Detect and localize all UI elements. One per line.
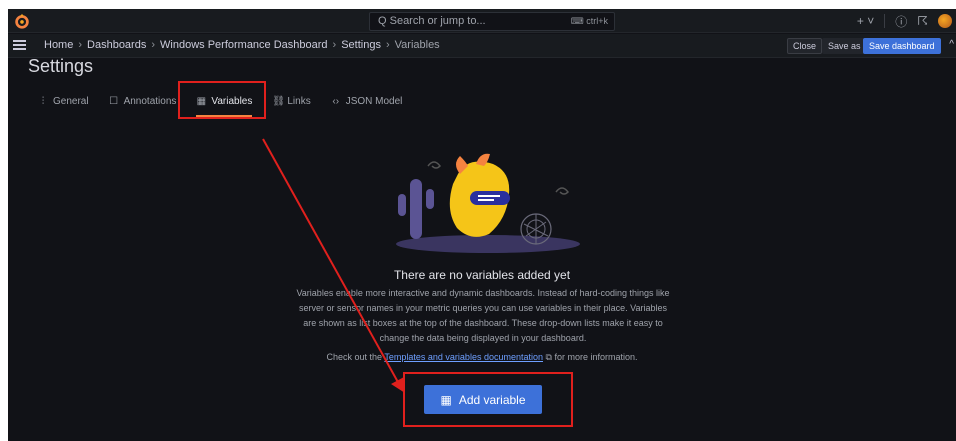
code-icon: ‹›	[332, 95, 340, 107]
tab-annotations[interactable]: ☐ Annotations	[109, 91, 187, 111]
annotation-highlight-add-button	[403, 372, 573, 427]
search-shortcut: ⌨ ctrl+k	[570, 16, 608, 26]
breadcrumb-settings[interactable]: Settings	[341, 39, 381, 51]
help-icon[interactable]: ⓘ	[895, 13, 907, 30]
collapse-icon[interactable]: ^	[949, 39, 954, 50]
tab-label: Annotations	[123, 95, 177, 107]
tab-label: Links	[287, 95, 311, 107]
save-as-button[interactable]: Save as	[822, 38, 867, 54]
tab-general[interactable]: ⫶ General	[38, 91, 99, 111]
empty-state-illustration	[396, 153, 580, 253]
help-prefix: Check out the	[326, 352, 385, 362]
avatar[interactable]	[938, 14, 952, 28]
breadcrumb-dashboards[interactable]: Dashboards	[87, 39, 146, 51]
search-placeholder: Q Search or jump to...	[378, 15, 486, 27]
sliders-icon: ⫶	[41, 95, 45, 107]
link-icon: ⛓	[272, 95, 286, 107]
tab-links[interactable]: ⛓ Links	[272, 91, 320, 111]
tab-json-model[interactable]: ‹› JSON Model	[331, 91, 413, 111]
top-right-controls: + ˅ ⓘ ☈	[857, 12, 956, 30]
comment-icon: ☐	[109, 95, 119, 107]
empty-state-description: Variables enable more interactive and dy…	[296, 288, 670, 343]
top-nav: Q Search or jump to... ⌨ ctrl+k + ˅ ⓘ ☈	[8, 9, 956, 33]
search-input[interactable]: Q Search or jump to... ⌨ ctrl+k	[369, 12, 615, 31]
chevron-right-icon: ›	[332, 39, 337, 51]
external-link-icon: ⧉	[543, 352, 552, 362]
app-frame: Q Search or jump to... ⌨ ctrl+k + ˅ ⓘ ☈ …	[8, 9, 956, 441]
annotation-highlight-variables-tab	[178, 81, 266, 119]
tab-label: General	[53, 95, 89, 107]
news-icon[interactable]: ☈	[917, 14, 928, 28]
tab-label: JSON Model	[345, 95, 403, 107]
help-suffix: for more information.	[551, 352, 638, 362]
breadcrumb: Home › Dashboards › Windows Performance Dash…	[44, 39, 440, 51]
chevron-right-icon: ›	[78, 39, 83, 51]
save-dashboard-button[interactable]: Save dashboard	[863, 38, 941, 54]
docs-link[interactable]: Templates and variables documentation	[384, 352, 543, 362]
breadcrumb-variables: Variables	[394, 39, 440, 51]
page-title: Settings	[28, 56, 94, 76]
grafana-logo-icon[interactable]	[13, 12, 31, 30]
help-text: Check out the Templates and variables do…	[8, 352, 956, 363]
breadcrumb-home[interactable]: Home	[44, 39, 73, 51]
add-menu-icon[interactable]: + ˅	[857, 14, 874, 28]
menu-icon[interactable]	[13, 40, 26, 50]
empty-state-title: There are no variables added yet	[393, 268, 571, 282]
breadcrumb-dashboard[interactable]: Windows Performance Dashboard	[160, 39, 328, 51]
divider	[884, 14, 886, 28]
close-button[interactable]: Close	[787, 38, 823, 54]
chevron-right-icon: ›	[385, 39, 390, 51]
chevron-right-icon: ›	[151, 39, 156, 51]
breadcrumb-bar: Home › Dashboards › Windows Performance Dash…	[8, 34, 956, 58]
